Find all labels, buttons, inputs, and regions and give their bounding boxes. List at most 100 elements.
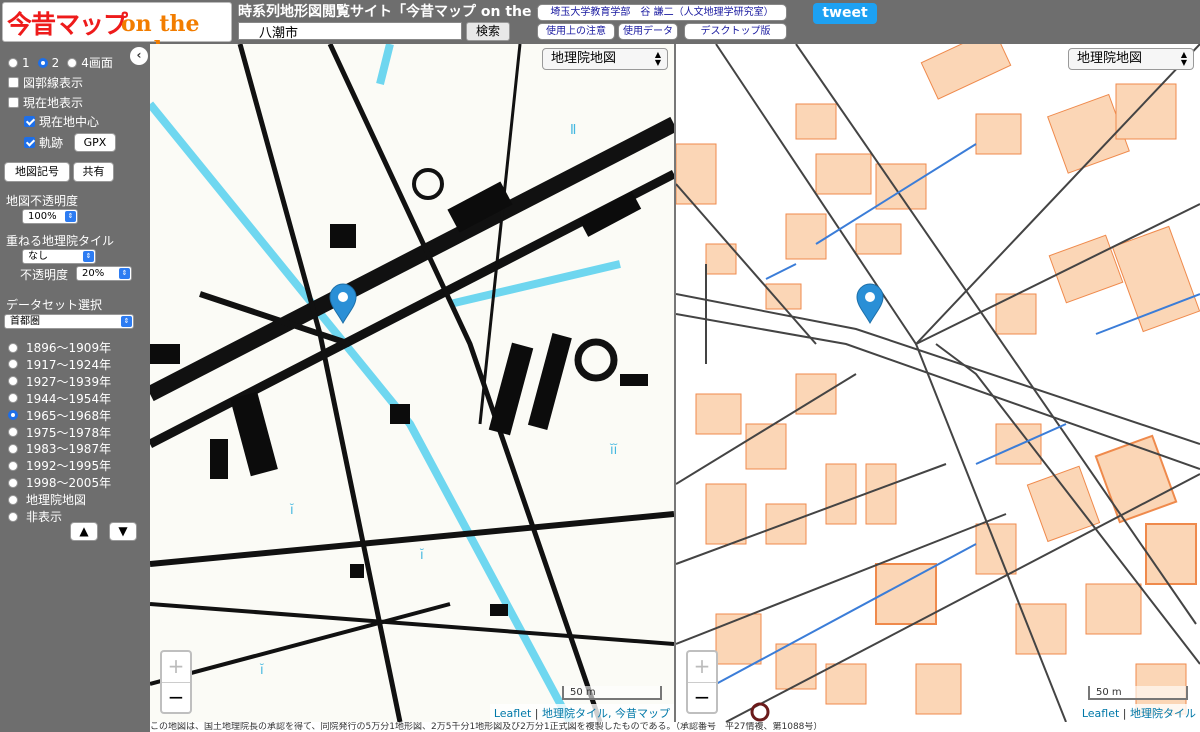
updown-icon: ▲ ▼ (654, 50, 661, 67)
overlay-opacity-label: 不透明度 (20, 268, 69, 282)
checkbox-label: 現在地中心 (39, 115, 100, 129)
opacity-select[interactable]: 100% ⇕ (22, 209, 78, 224)
opacity-label: 地図不透明度 (6, 194, 79, 208)
usage-notes-link[interactable]: 使用上の注意 (537, 23, 615, 40)
period-radio[interactable] (8, 359, 18, 370)
share-button[interactable]: 共有 (73, 162, 114, 182)
chevron-left-icon[interactable]: ‹ (130, 47, 148, 65)
dataset-label: データセット選択 (6, 298, 103, 312)
period-option[interactable]: 1917〜1924年 (8, 356, 111, 373)
desktop-version-link[interactable]: デスクトップ版 (684, 23, 787, 40)
checkbox[interactable] (8, 97, 19, 108)
data-used-link[interactable]: 使用データ (618, 23, 678, 40)
right-scale-bar: 50 m (1088, 686, 1188, 700)
tweet-button[interactable]: tweet (813, 3, 877, 24)
period-label: 地理院地図 (26, 493, 87, 508)
map-symbols-button[interactable]: 地図記号 (4, 162, 70, 182)
period-radio[interactable] (8, 443, 18, 454)
logo-text-main: 今昔マップ (7, 10, 128, 39)
location-marker-icon[interactable] (855, 283, 885, 325)
source-link[interactable]: 地理院タイル, 今昔マップ (542, 707, 670, 720)
period-radio[interactable] (8, 511, 18, 522)
radio-2-screen[interactable] (37, 57, 48, 68)
author-link[interactable]: 埼玉大学教育学部 谷 謙二（人文地理学研究室） (537, 4, 787, 21)
svg-text:ĭĭ: ĭĭ (609, 443, 618, 458)
right-map-pane[interactable]: 地理院地図 ▲ ▼ + − 50 m Leaflet | 地理院タイル (676, 44, 1200, 722)
period-radio[interactable] (8, 393, 18, 404)
left-layer-select[interactable]: 地理院地図 ▲ ▼ (542, 48, 668, 70)
leaflet-link[interactable]: Leaflet (1082, 707, 1119, 720)
period-radio[interactable] (8, 477, 18, 488)
checkbox-grid-lines[interactable]: 図郭線表示 (8, 74, 83, 91)
zoom-in-button[interactable]: + (162, 652, 190, 683)
zoom-out-button[interactable]: − (688, 683, 716, 713)
up-button[interactable]: ▲ (70, 522, 98, 541)
checkbox-show-location[interactable]: 現在地表示 (8, 94, 83, 111)
footer-copyright: この地図は、国土地理院長の承認を得て、同院発行の5万分1地形図、2万5千分1地形… (150, 722, 1200, 732)
select-value: 地理院地図 (1077, 51, 1143, 66)
overlay-tile-select[interactable]: なし ⇕ (22, 249, 96, 264)
app-logo[interactable]: 今昔マップ on the web (2, 2, 232, 63)
right-layer-select[interactable]: 地理院地図 ▲ ▼ (1068, 48, 1194, 70)
left-attribution: Leaflet | 地理院タイル, 今昔マップ (489, 704, 674, 722)
period-radio[interactable] (8, 342, 18, 353)
sidebar: ‹ 1 2 4画面 図郭線表示 現在地表示 現在地中心 軌跡 GPX 地図記号 … (0, 44, 150, 722)
leaflet-link[interactable]: Leaflet (494, 707, 531, 720)
period-label: 1917〜1924年 (26, 357, 112, 372)
header: 今昔マップ on the web 時系列地形図閲覧サイト「今昔マップ on th… (0, 0, 1200, 63)
overlay-tile-label: 重ねる地理院タイル (6, 234, 115, 248)
gpx-button[interactable]: GPX (74, 133, 116, 152)
checkbox[interactable] (24, 116, 35, 127)
overlay-opacity-select[interactable]: 20% ⇕ (76, 266, 132, 281)
checkbox-track[interactable]: 軌跡 (24, 134, 63, 151)
period-option[interactable]: 1896〜1909年 (8, 339, 111, 356)
updown-icon: ⇕ (119, 268, 130, 279)
period-radio[interactable] (8, 410, 18, 421)
zoom-in-button[interactable]: + (688, 652, 716, 683)
updown-icon: ⇕ (83, 251, 94, 262)
period-option[interactable]: 1998〜2005年 (8, 474, 111, 491)
radio-1-screen[interactable] (8, 57, 18, 68)
period-option[interactable]: 1927〜1939年 (8, 373, 111, 390)
period-label: 1998〜2005年 (26, 476, 112, 491)
period-option[interactable]: 1983〜1987年 (8, 440, 111, 457)
checkbox[interactable] (24, 137, 35, 148)
period-radio[interactable] (8, 494, 18, 505)
period-option[interactable]: 1965〜1968年 (8, 407, 111, 424)
period-radio[interactable] (8, 427, 18, 437)
search-button[interactable]: 検索 (466, 22, 510, 41)
current-location-icon (750, 702, 770, 722)
checkbox-label: 現在地表示 (23, 96, 84, 110)
period-label: 非表示 (26, 510, 63, 524)
radio-label: 4画面 (81, 56, 113, 70)
svg-text:ĭ: ĭ (259, 663, 264, 678)
period-label: 1896〜1909年 (26, 341, 112, 355)
radio-label: 2 (51, 55, 60, 70)
source-link[interactable]: 地理院タイル (1130, 707, 1196, 720)
period-option[interactable]: 1975〜1978年 (8, 424, 111, 441)
radio-4-screen[interactable] (67, 57, 78, 68)
period-radio[interactable] (8, 460, 18, 471)
checkbox-label: 図郭線表示 (23, 76, 84, 90)
location-marker-icon[interactable] (328, 283, 358, 325)
radio-label: 1 (22, 55, 30, 70)
left-map-pane[interactable]: Ⅱĭĭ ĭ ĭ ĭ 地理院地図 ▲ ▼ + − 50 m Leaflet | 地理院タイル… (150, 44, 674, 722)
modern-gsi-map[interactable] (676, 44, 1200, 722)
dataset-select[interactable]: 首都圏 ⇕ (4, 314, 134, 329)
period-radio[interactable] (8, 376, 18, 387)
down-button[interactable]: ▼ (109, 522, 137, 541)
search-input[interactable] (238, 22, 462, 40)
zoom-out-button[interactable]: − (162, 683, 190, 713)
select-value: 首都圏 (10, 316, 40, 327)
period-label: 1975〜1978年 (26, 425, 112, 440)
checkbox[interactable] (8, 77, 19, 88)
period-option[interactable]: 地理院地図 (8, 491, 86, 508)
checkbox-center-location[interactable]: 現在地中心 (24, 113, 99, 130)
left-zoom-control: + − (160, 650, 192, 714)
separator: | (1122, 707, 1127, 720)
period-option[interactable]: 非表示 (8, 508, 62, 525)
period-option[interactable]: 1944〜1954年 (8, 390, 111, 407)
old-topographic-map[interactable]: Ⅱĭĭĭĭĭ (150, 44, 674, 722)
period-label: 1983〜1987年 (26, 442, 112, 457)
period-option[interactable]: 1992〜1995年 (8, 457, 111, 474)
